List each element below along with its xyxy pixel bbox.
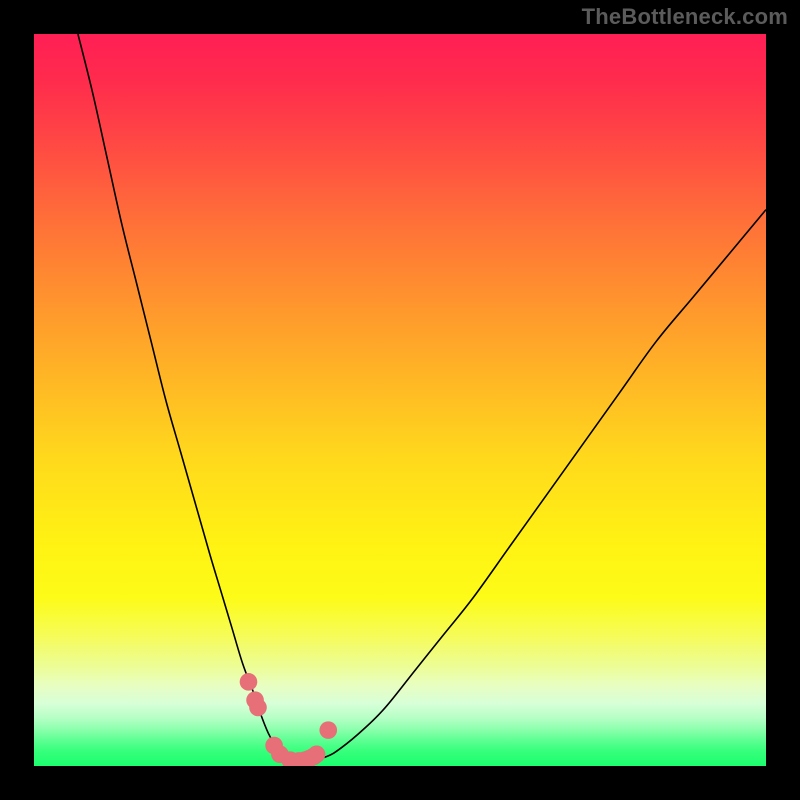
chart-frame: TheBottleneck.com (0, 0, 800, 800)
plot-area (34, 34, 766, 766)
curve-layer (34, 34, 766, 766)
watermark-text: TheBottleneck.com (582, 4, 788, 30)
highlight-points (240, 673, 337, 766)
highlight-point (249, 699, 267, 717)
highlight-point (240, 673, 258, 691)
highlight-point (319, 721, 337, 739)
bottleneck-curve (78, 34, 766, 762)
highlight-point (308, 745, 326, 763)
